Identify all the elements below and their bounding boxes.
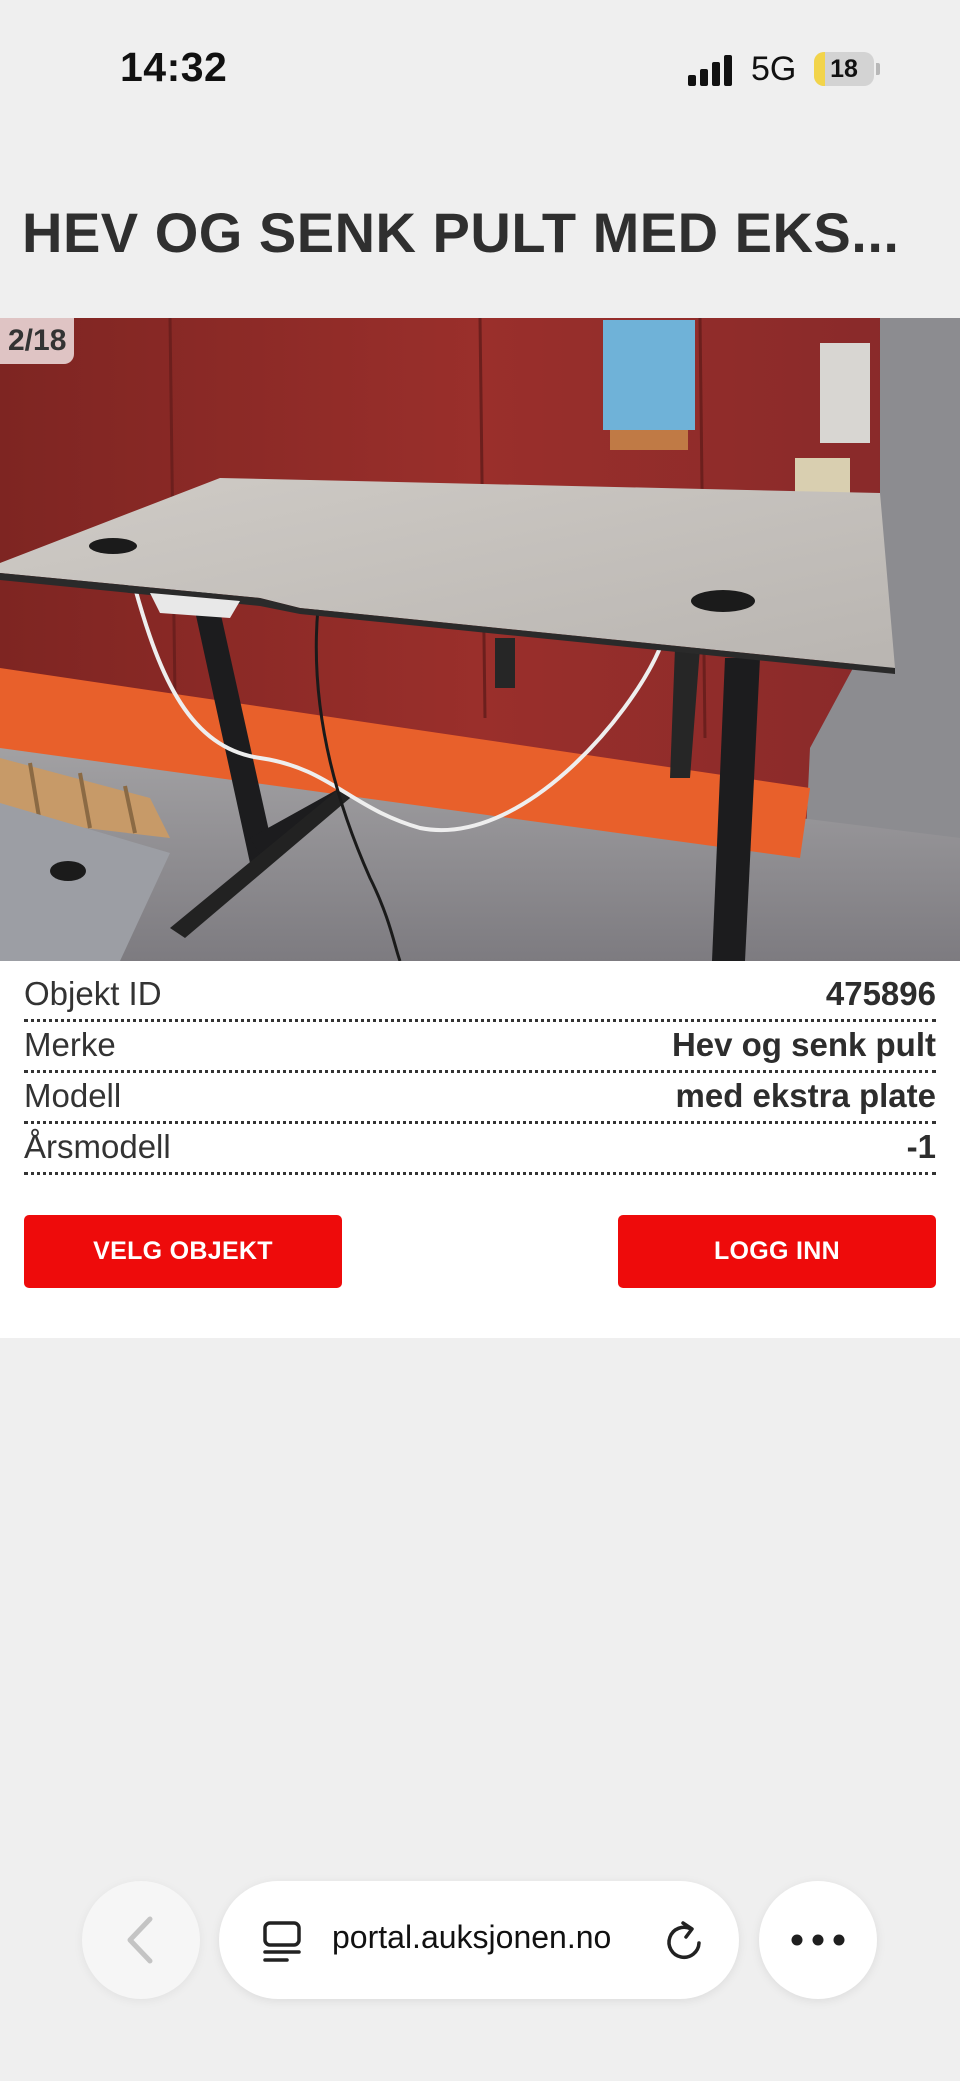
reload-icon[interactable] [663,1917,707,1963]
address-bar[interactable]: portal.auksjonen.no [219,1881,739,1999]
signal-icon [688,54,738,86]
back-button[interactable] [82,1881,200,1999]
more-button[interactable] [759,1881,877,1999]
spec-label: Modell [24,1077,122,1114]
spec-value: -1 [906,1128,936,1165]
select-object-button[interactable]: VELG OBJEKT [24,1215,342,1288]
object-details: Objekt ID 475896 Merke Hev og senk pult … [0,961,960,1338]
spec-label: Objekt ID [24,975,162,1012]
spec-row-brand: Merke Hev og senk pult [24,1020,936,1073]
spec-row-model: Modell med ekstra plate [24,1071,936,1124]
battery-nub [876,63,880,75]
spec-value: Hev og senk pult [671,1026,936,1063]
spec-value: 475896 [825,975,936,1012]
back-chevron-icon [127,1916,153,1964]
tabs-icon[interactable] [261,1919,305,1963]
url-text: portal.auksjonen.no [332,1919,612,1955]
status-time: 14:32 [120,44,228,90]
more-icon [791,1934,845,1946]
battery-level: 18 [830,55,858,83]
spec-row-year: Årsmodell -1 [24,1122,936,1175]
status-bar: 14:32 5G 18 [0,0,960,140]
desk-photo [0,318,960,961]
login-button[interactable]: LOGG INN [618,1215,936,1288]
network-type: 5G [751,50,797,88]
spec-row-object-id: Objekt ID 475896 [24,969,936,1022]
product-image[interactable] [0,318,960,961]
page-title: HEV OG SENK PULT MED EKS... [22,201,900,264]
image-counter: 2/18 [0,318,75,364]
battery-icon: 18 [814,52,874,86]
spec-value: med ekstra plate [675,1077,936,1114]
spec-label: Årsmodell [24,1128,171,1165]
spec-label: Merke [24,1026,116,1063]
